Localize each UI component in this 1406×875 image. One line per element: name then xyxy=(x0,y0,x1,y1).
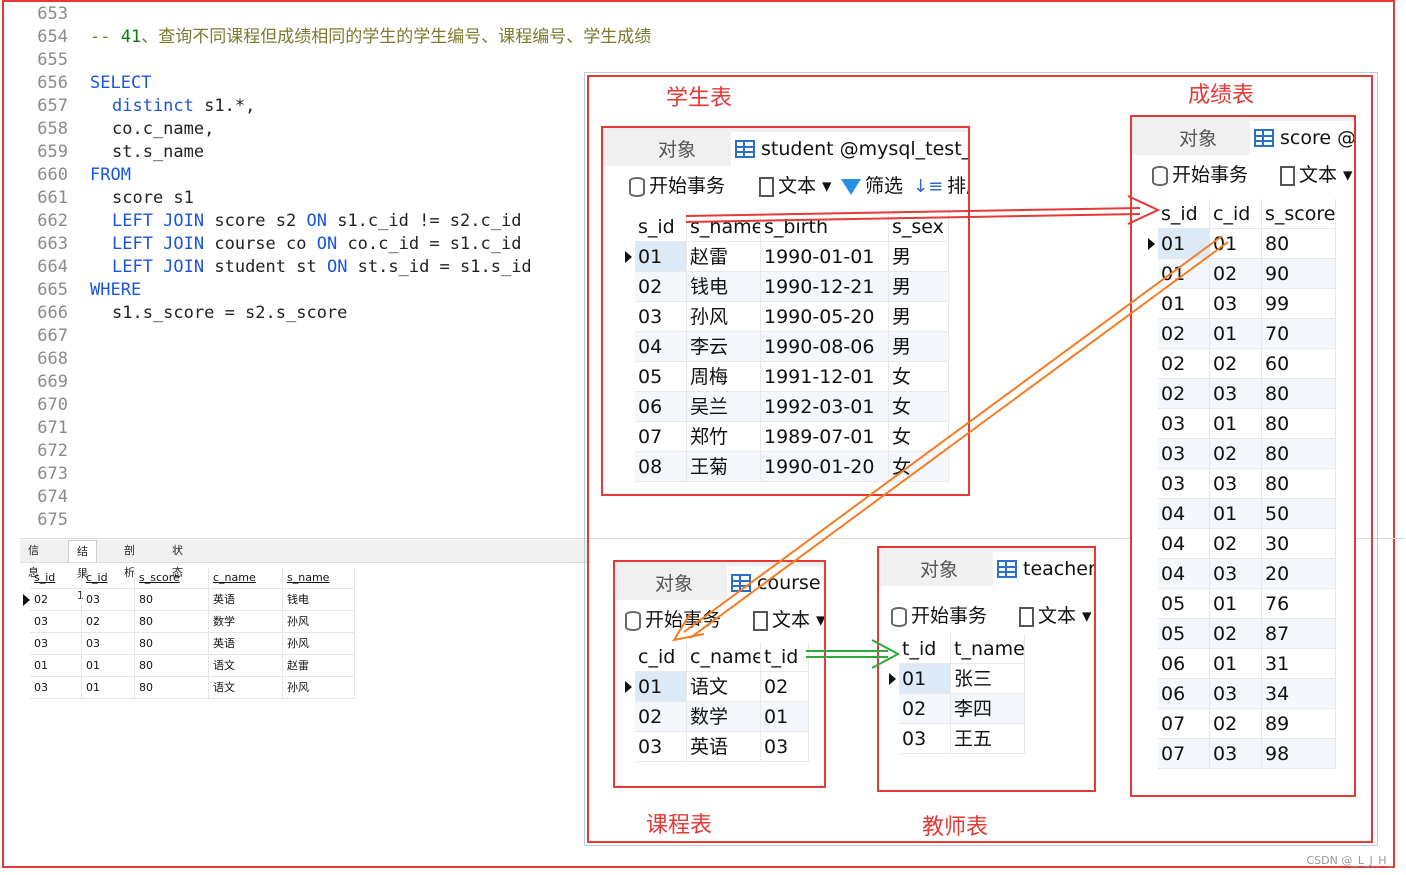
watermark: CSDN @_L_J_H_ xyxy=(1306,854,1392,867)
arrow-score-to-course xyxy=(671,235,1229,642)
relationship-arrows xyxy=(671,195,1229,669)
arrow-course-to-teacher xyxy=(806,639,901,669)
arrow-student-to-score xyxy=(685,195,1161,225)
